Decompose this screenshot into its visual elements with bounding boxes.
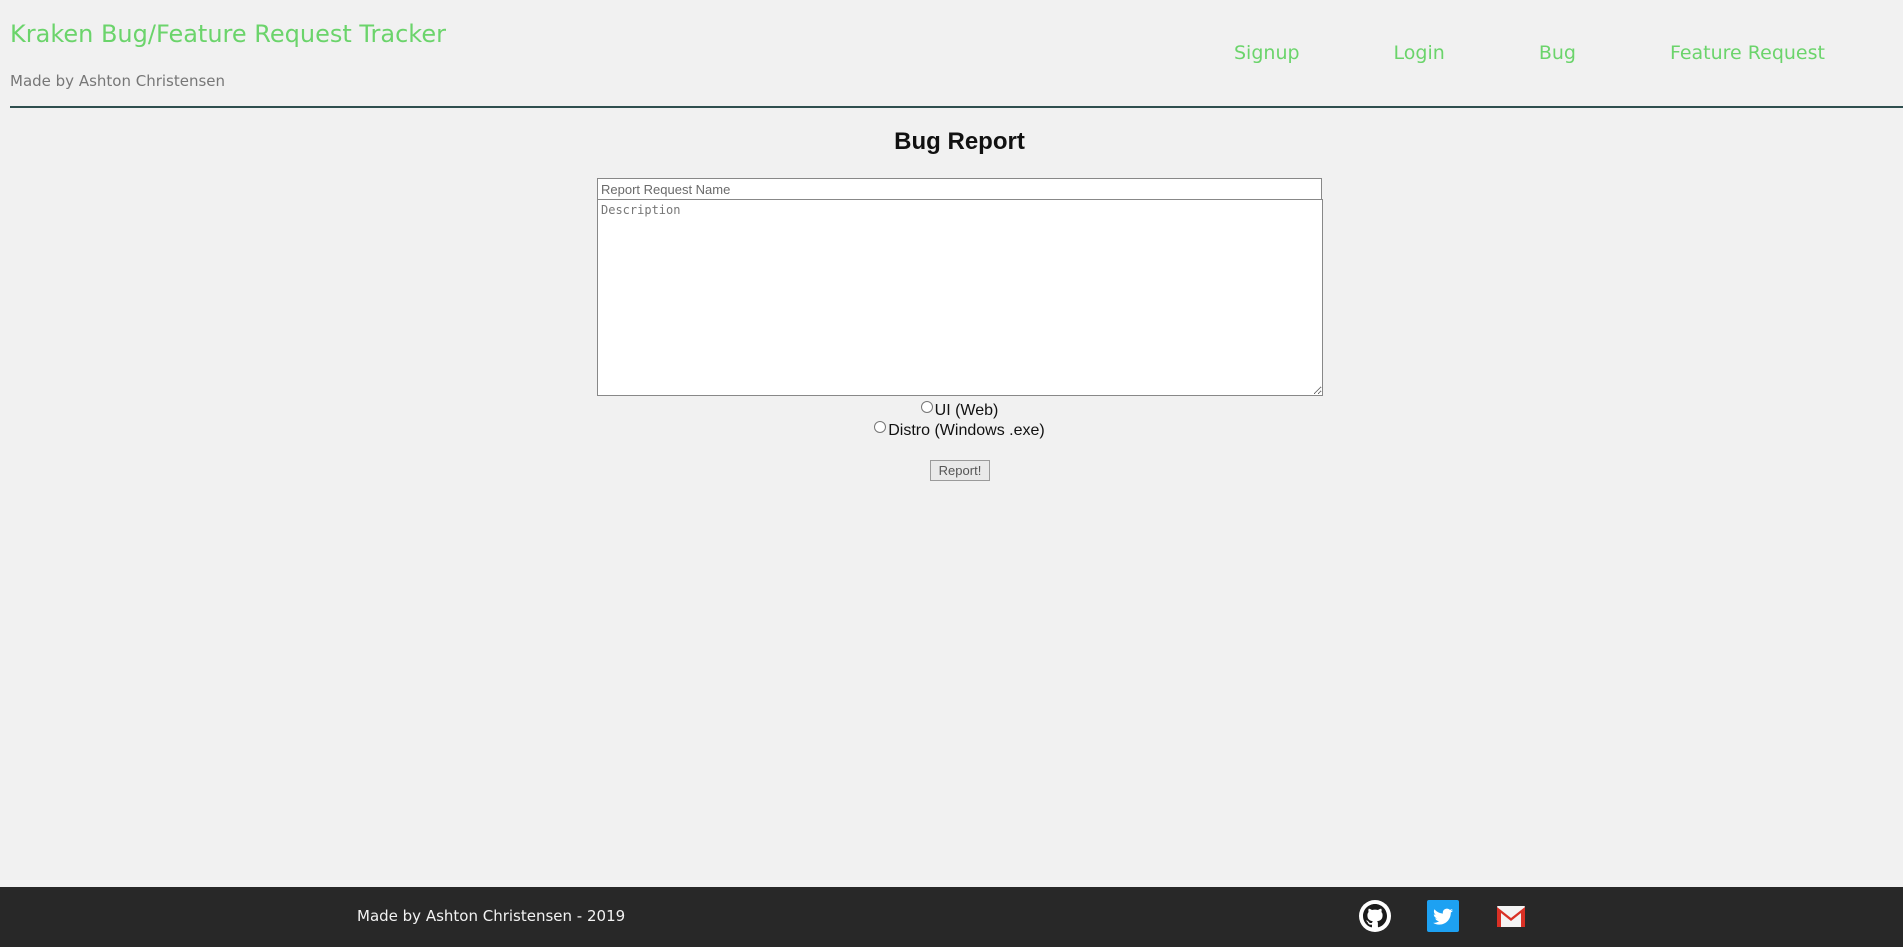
report-name-input[interactable] [597,178,1322,200]
radio-option-distro: Distro (Windows .exe) [0,421,1903,440]
description-textarea[interactable] [597,199,1323,396]
page-title: Bug Report [894,128,1025,155]
radio-distro-label: Distro (Windows .exe) [888,422,1045,439]
radio-ui-web[interactable] [920,401,933,413]
main-nav: Signup Login Bug Feature Request [1234,42,1825,64]
site-title[interactable]: Kraken Bug/Feature Request Tracker [10,20,446,48]
github-icon[interactable] [1358,899,1392,933]
gmail-icon[interactable] [1494,899,1528,933]
report-submit-button[interactable]: Report! [930,460,990,481]
radio-ui-web-label: UI (Web) [934,402,999,419]
nav-signup-link[interactable]: Signup [1234,42,1300,64]
radio-option-ui-web: UI (Web) [0,401,1903,420]
site-footer: Made by Ashton Christensen - 2019 [0,887,1903,947]
site-header: Kraken Bug/Feature Request Tracker Made … [10,0,1903,108]
nav-feature-request-link[interactable]: Feature Request [1670,42,1825,64]
nav-bug-link[interactable]: Bug [1539,42,1576,64]
radio-distro[interactable] [874,421,887,433]
site-subtitle: Made by Ashton Christensen [10,72,226,90]
twitter-icon[interactable] [1426,899,1460,933]
nav-login-link[interactable]: Login [1394,42,1445,64]
footer-text: Made by Ashton Christensen - 2019 [357,907,626,925]
